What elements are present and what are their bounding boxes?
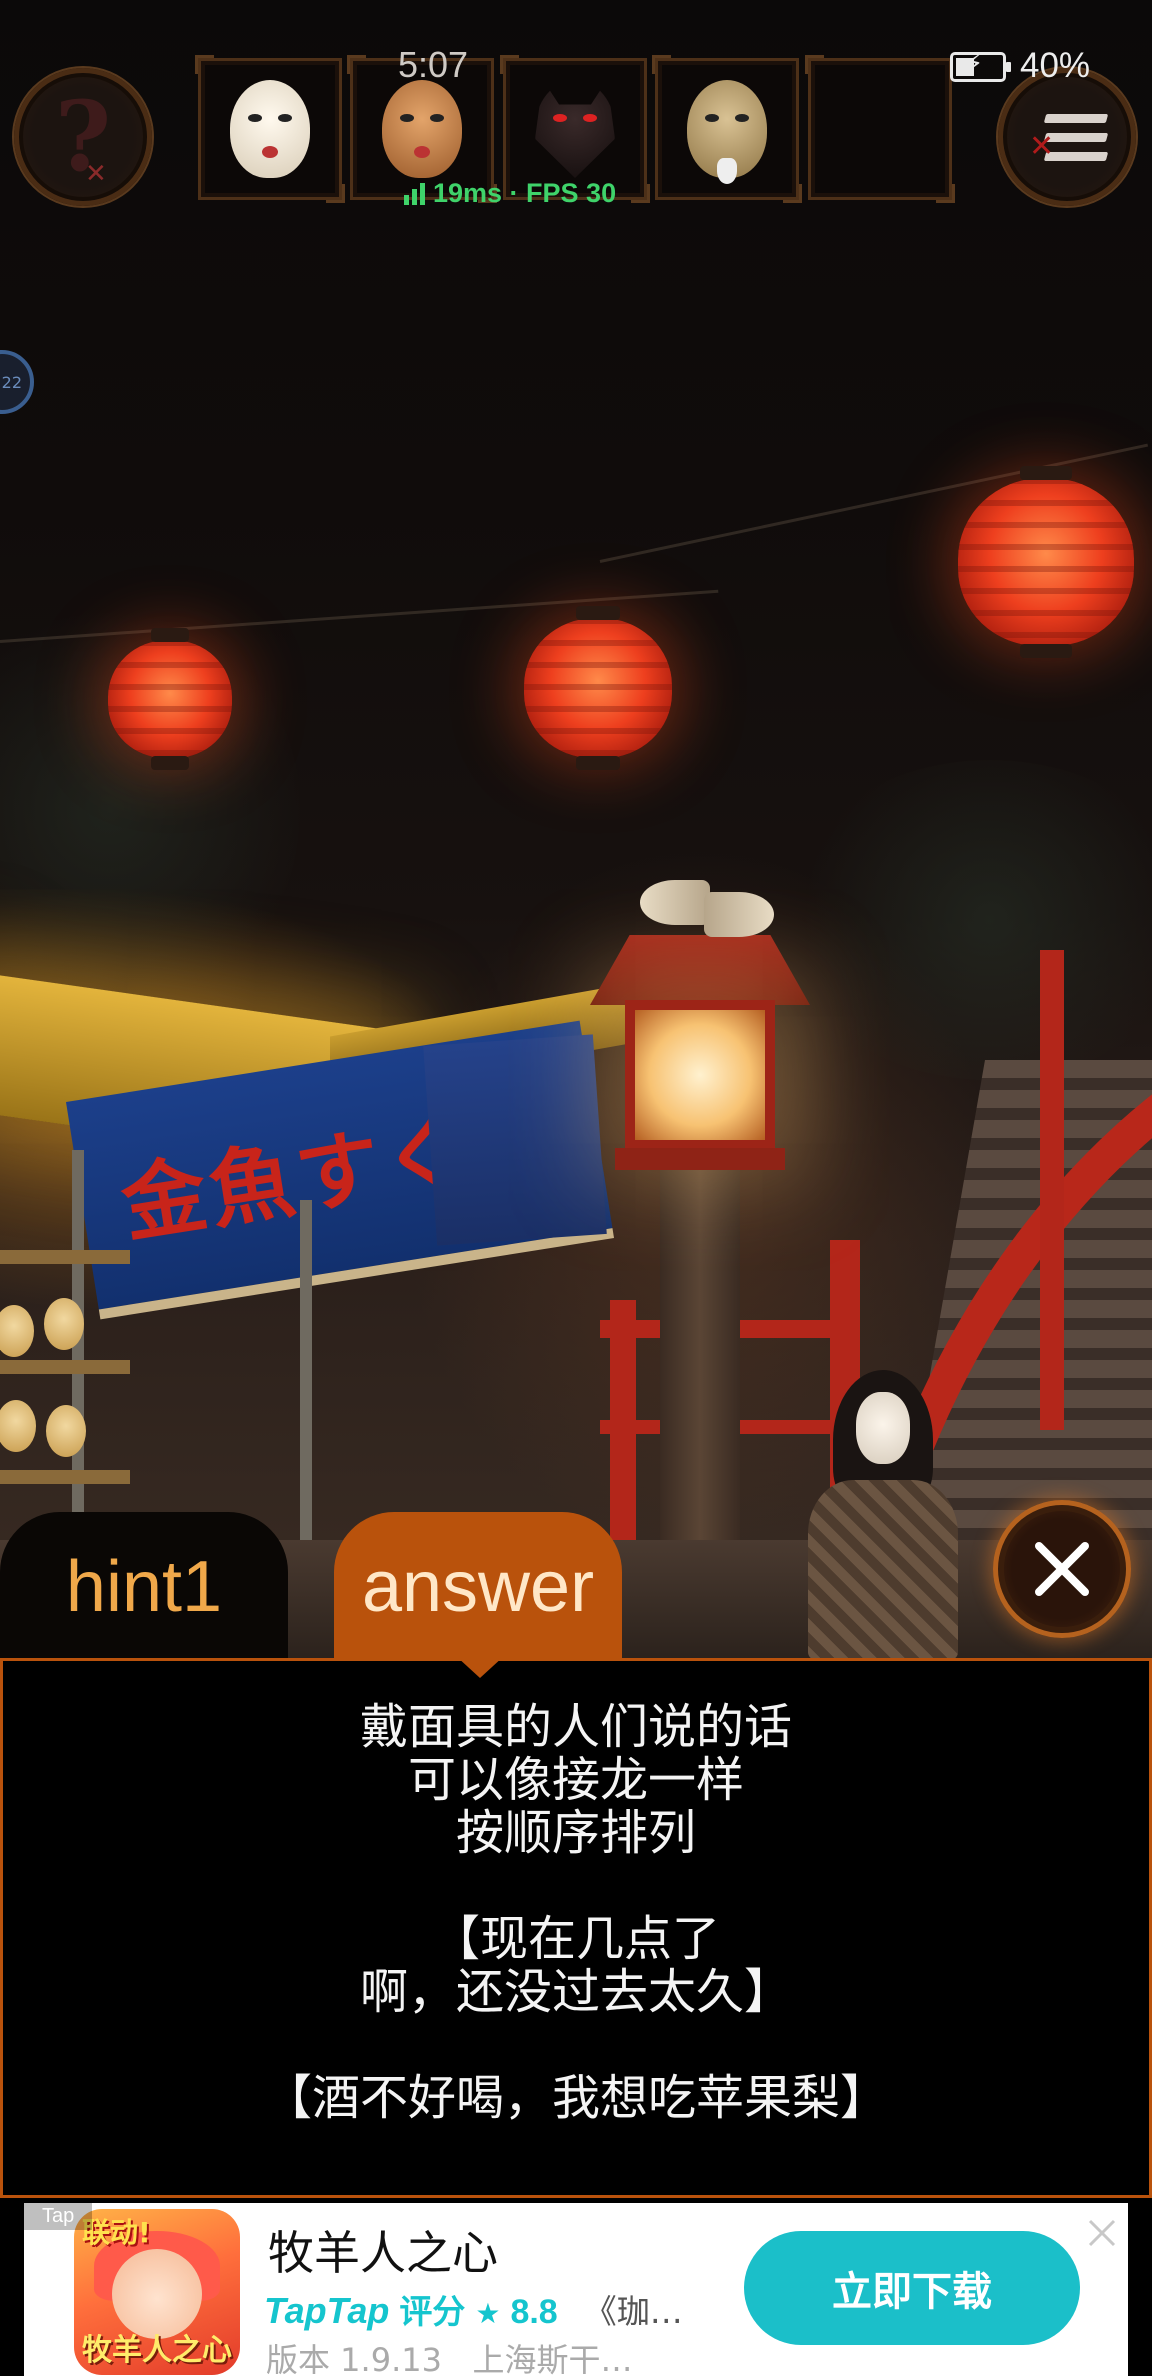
stall-shelf	[0, 1250, 130, 1264]
tree-foliage	[780, 760, 1152, 1080]
inventory-slot-empty[interactable]	[805, 55, 955, 203]
tab-answer-label: answer	[361, 1547, 595, 1627]
rating-value: 8.8	[510, 2293, 558, 2331]
hint-answer-panel: 戴面具的人们说的话 可以像接龙一样 按顺序排列 【现在几点了 啊，还没过去太久】…	[0, 1658, 1152, 2198]
answer-line: 戴面具的人们说的话	[359, 1699, 792, 1755]
stall-shelf	[0, 1470, 130, 1484]
answer-line: 【现在几点了	[431, 1911, 720, 1967]
lamp-base	[615, 1148, 785, 1170]
menu-x-icon: ✕	[1029, 129, 1055, 164]
menu-icon	[1043, 113, 1109, 161]
red-lantern	[958, 466, 1134, 658]
bridge-post	[1040, 950, 1064, 1430]
star-icon: ★	[475, 2297, 501, 2330]
stone-lantern-light[interactable]	[625, 1000, 775, 1150]
ad-close-icon[interactable]	[1082, 2213, 1122, 2253]
menu-button[interactable]: ✕	[998, 68, 1136, 206]
net-info-text: 19ms · FPS 30	[433, 178, 617, 208]
tab-answer[interactable]: answer	[334, 1512, 622, 1662]
red-lantern	[108, 628, 232, 770]
stall-banner-side	[423, 1034, 607, 1246]
app-icon[interactable]: 联动! 牧羊人之心	[74, 2209, 240, 2375]
download-button[interactable]: 立即下载	[744, 2231, 1080, 2345]
stall-post	[300, 1200, 312, 1560]
ad-description: 《珈…	[583, 2292, 683, 2331]
answer-line: 啊，还没过去太久】	[359, 1964, 792, 2020]
answer-line: 可以像接龙一样	[407, 1752, 744, 1808]
okina-mask-icon	[687, 80, 767, 184]
ad-tag: Tap	[24, 2203, 93, 2230]
network-fps-readout: 19ms · FPS 30	[404, 178, 616, 209]
taptap-logo: TapTap	[264, 2290, 390, 2331]
rating-label: 评分	[399, 2292, 466, 2331]
loudspeaker	[640, 880, 710, 925]
npc-mask	[856, 1392, 910, 1464]
stall-post	[72, 1150, 84, 1560]
hanging-mask	[46, 1405, 86, 1457]
hanging-mask	[0, 1305, 34, 1357]
ad-publisher: 上海斯干…	[472, 2341, 633, 2376]
close-icon	[1035, 1542, 1089, 1596]
answer-line: 按顺序排列	[455, 1805, 696, 1861]
okame-mask-icon	[230, 80, 310, 178]
answer-line: 【酒不好喝，我想吃苹果梨】	[263, 2070, 888, 2126]
float-ball-label: 22	[1, 372, 22, 392]
signal-icon	[404, 182, 425, 205]
tab-hint1[interactable]: hint1	[0, 1512, 288, 1662]
hanging-mask	[44, 1298, 84, 1350]
ad-version: 版本 1.9.13	[266, 2341, 442, 2376]
help-button[interactable]: ? ✕	[14, 68, 152, 206]
kitsune-mask-icon	[535, 80, 615, 178]
battery-percent: 40%	[1020, 46, 1091, 85]
active-tab-pointer	[456, 1656, 504, 1678]
tab-hint1-label: hint1	[65, 1547, 223, 1627]
game-scene[interactable]: 金魚すくい	[0, 0, 1152, 1660]
stall-shelf	[0, 1360, 130, 1374]
app-icon-title: 牧羊人之心	[82, 2333, 232, 2368]
ad-banner[interactable]: 联动! 牧羊人之心 Tap 牧羊人之心 TapTap 评分 ★ 8.8 《珈… …	[24, 2203, 1128, 2376]
loudspeaker	[704, 892, 774, 937]
close-hint-button[interactable]	[993, 1500, 1131, 1638]
lamp-roof	[590, 935, 810, 1005]
ad-app-title: 牧羊人之心	[268, 2226, 498, 2280]
disabled-x-icon: ✕	[85, 159, 107, 189]
hanging-mask	[0, 1400, 36, 1452]
masked-girl-npc[interactable]	[808, 1370, 958, 1660]
ad-rating-row: TapTap 评分 ★ 8.8 《珈…	[264, 2285, 683, 2333]
bridge-post	[610, 1300, 636, 1540]
npc-kimono	[808, 1480, 958, 1660]
hyottoko-mask-icon	[382, 80, 462, 178]
inventory-slot[interactable]	[652, 55, 802, 203]
red-lantern	[524, 606, 672, 770]
inventory-slot[interactable]	[195, 55, 345, 203]
ad-meta: 版本 1.9.13 上海斯干…	[266, 2335, 633, 2376]
app-icon-badge: 联动!	[82, 2216, 151, 2249]
status-time: 5:07	[398, 44, 469, 85]
battery-icon: ⚡	[950, 51, 1011, 82]
